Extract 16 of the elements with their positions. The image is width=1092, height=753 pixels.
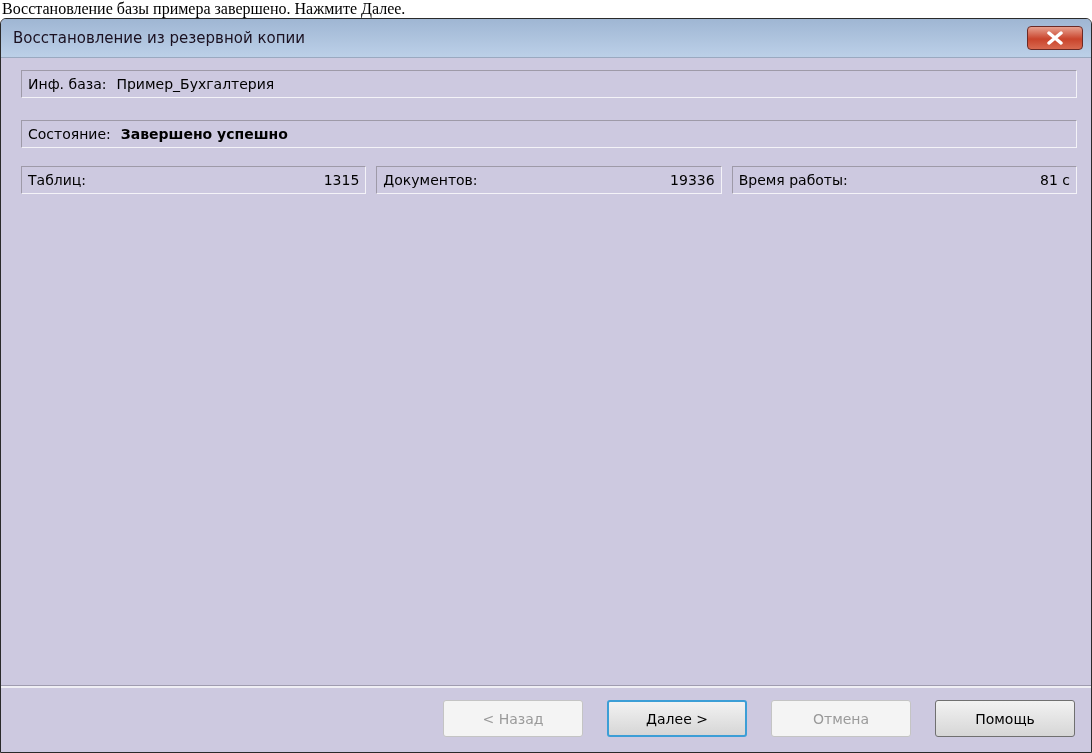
status-value: Завершено успешно	[120, 126, 288, 142]
info-base-label: Инф. база:	[28, 76, 107, 92]
status-label: Состояние:	[28, 126, 111, 142]
stat-label: Документов:	[383, 172, 478, 188]
stat-label: Время работы:	[738, 172, 848, 188]
close-button[interactable]	[1027, 26, 1083, 50]
window-title: Восстановление из резервной копии	[13, 29, 305, 47]
stat-value: 81 с	[1040, 172, 1070, 188]
stat-label: Таблиц:	[28, 172, 87, 188]
dialog-button[interactable]: Помощь	[935, 700, 1075, 737]
close-icon	[1046, 31, 1064, 45]
dialog-button[interactable]: Далее >	[607, 700, 747, 737]
info-base-value: Пример_Бухгалтерия	[116, 76, 275, 92]
caption-text: Восстановление базы примера завершено. Нажмите Далее.	[1, 0, 407, 18]
stat-value: 1315	[323, 172, 360, 188]
stat-value: 19336	[670, 172, 715, 188]
